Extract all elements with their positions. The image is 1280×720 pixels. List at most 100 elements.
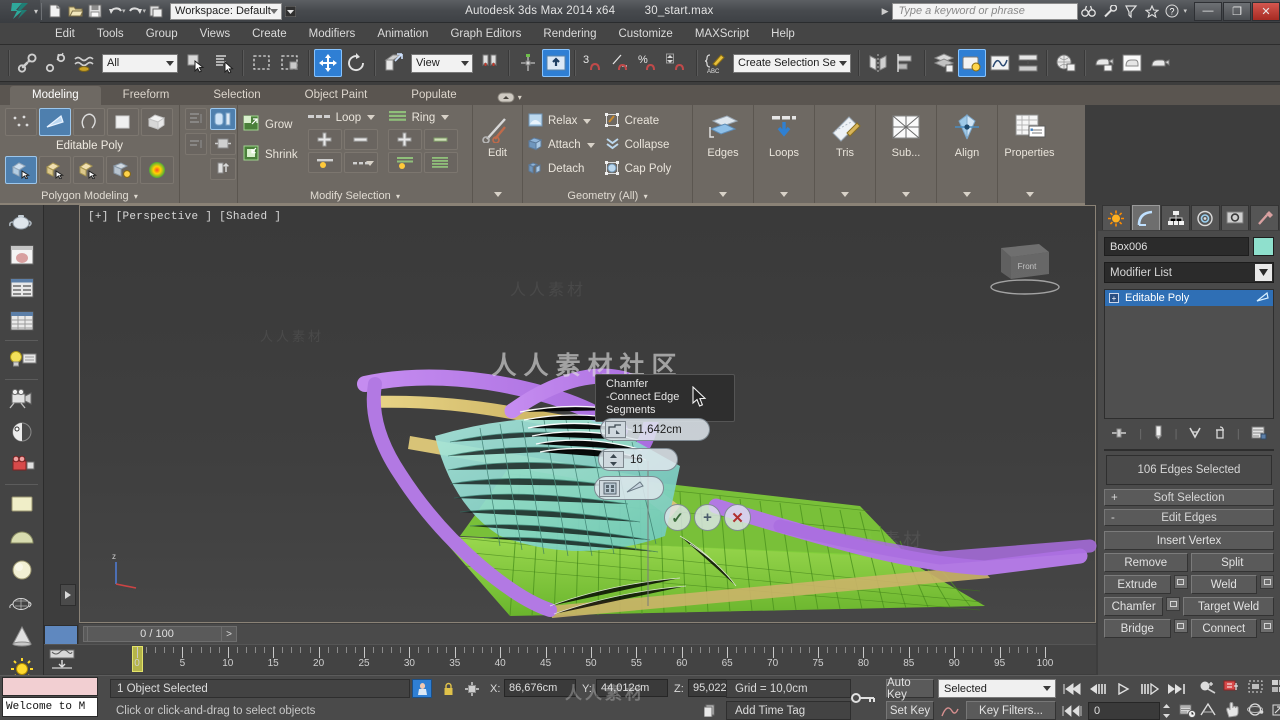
select-and-scale-icon[interactable]: [380, 49, 408, 77]
auto-key-button[interactable]: Auto Key: [886, 677, 934, 701]
bridge-button[interactable]: Bridge: [1104, 619, 1171, 638]
play-icon[interactable]: [1112, 680, 1135, 697]
window-crossing-icon[interactable]: [276, 49, 304, 77]
polygon-icon[interactable]: [107, 108, 139, 136]
select-link-icon[interactable]: [14, 49, 42, 77]
key-curve-icon[interactable]: [938, 701, 962, 720]
render-production-icon[interactable]: [1118, 49, 1146, 77]
ribbon-tab-object-paint[interactable]: Object Paint: [283, 86, 390, 105]
menu-item-customize[interactable]: Customize: [607, 23, 683, 45]
modifier-stack[interactable]: + Editable Poly: [1104, 289, 1274, 419]
key-toggle-icon[interactable]: [848, 684, 880, 712]
soft-selection-icon[interactable]: [140, 156, 174, 184]
rollout-soft-selection[interactable]: + Soft Selection: [1104, 489, 1274, 506]
ribbon-tab-modeling[interactable]: Modeling: [10, 86, 101, 105]
camera-icon[interactable]: [4, 383, 40, 415]
split-button[interactable]: Split: [1190, 553, 1274, 572]
tris-dropdown-icon[interactable]: [841, 192, 849, 197]
create-tab[interactable]: [1102, 205, 1131, 230]
search-expand-icon[interactable]: ▶: [882, 6, 889, 17]
menu-item-animation[interactable]: Animation: [366, 23, 439, 45]
ribbon-button-properties[interactable]: Properties: [998, 105, 1061, 203]
motion-tab[interactable]: [1191, 205, 1220, 230]
rollout-edit-edges[interactable]: - Edit Edges: [1104, 509, 1274, 526]
subdivide-dropdown-icon[interactable]: [902, 192, 910, 197]
ring-button[interactable]: Ring: [388, 108, 458, 127]
loop-button[interactable]: Loop: [307, 108, 378, 127]
add-time-tag-button[interactable]: Add Time Tag: [726, 701, 851, 720]
create-button[interactable]: Create: [604, 111, 672, 131]
ribbon-tab-populate[interactable]: Populate: [389, 86, 478, 105]
render-setup-icon[interactable]: [1052, 49, 1080, 77]
relax-dropdown-icon[interactable]: [583, 118, 592, 124]
select-and-move-icon[interactable]: [314, 49, 342, 77]
goto-end-icon[interactable]: [1164, 680, 1187, 697]
rendered-frame-icon[interactable]: [1090, 49, 1118, 77]
attach-button[interactable]: Attach: [527, 135, 595, 155]
pan-icon[interactable]: [1220, 701, 1243, 718]
render-iterative-icon[interactable]: [1146, 49, 1174, 77]
align-dropdown-icon[interactable]: [963, 192, 971, 197]
utilities-tab[interactable]: [1250, 205, 1280, 230]
bridge-settings-button[interactable]: [1173, 619, 1188, 633]
teapot-primitives-icon[interactable]: [4, 206, 40, 238]
field-of-view-icon[interactable]: [1196, 701, 1219, 718]
pick-icon[interactable]: [210, 158, 236, 180]
hierarchy-tab[interactable]: [1161, 205, 1191, 230]
ribbon-button-subdivide[interactable]: Sub...: [876, 105, 937, 203]
pin-stack-icon[interactable]: [1111, 426, 1128, 443]
ribbon-button-align[interactable]: Align: [937, 105, 998, 203]
weld-settings-button[interactable]: [1260, 575, 1274, 589]
cap-poly-button[interactable]: Cap Poly: [604, 159, 671, 179]
shadow-icon[interactable]: [4, 416, 40, 448]
vertex-icon[interactable]: [5, 108, 37, 136]
display-tab[interactable]: [1220, 205, 1250, 230]
binoculars-icon[interactable]: [1078, 2, 1099, 21]
remove-button[interactable]: Remove: [1104, 553, 1188, 572]
lock-icon[interactable]: [438, 679, 458, 698]
select-and-rotate-icon[interactable]: [342, 49, 370, 77]
key-filter-mode-combo[interactable]: Selected: [938, 679, 1056, 698]
menu-item-graph-editors[interactable]: Graph Editors: [439, 23, 532, 45]
border-icon[interactable]: [73, 108, 105, 136]
pin-stack-icon[interactable]: [210, 108, 236, 130]
edges-dropdown-icon[interactable]: [719, 192, 727, 197]
chamfer-settings-button[interactable]: [1166, 597, 1181, 611]
next-frame-icon[interactable]: [1138, 680, 1161, 697]
ribbon-button-tris[interactable]: Tris: [815, 105, 876, 203]
rollout-toggle-icon[interactable]: +: [1111, 492, 1118, 504]
ring-mode-icon[interactable]: [423, 152, 458, 173]
next-frame-arrow[interactable]: >: [221, 626, 237, 642]
ring-grow-icon[interactable]: [387, 129, 422, 150]
viewport-expand-button[interactable]: [60, 584, 76, 606]
stack-item-editable-poly[interactable]: + Editable Poly: [1105, 290, 1273, 306]
attach-dropdown-icon[interactable]: [586, 142, 595, 148]
unlink-icon[interactable]: [42, 49, 70, 77]
menu-item-group[interactable]: Group: [135, 23, 189, 45]
grow-button[interactable]: Grow: [243, 112, 298, 137]
red-camera-icon[interactable]: [4, 449, 40, 481]
menu-item-rendering[interactable]: Rendering: [532, 23, 607, 45]
ribbon-tab-selection[interactable]: Selection: [191, 86, 282, 105]
workspace-dropdown-button[interactable]: [283, 3, 297, 20]
help-icon[interactable]: ?: [1162, 2, 1183, 21]
search-input[interactable]: Type a keyword or phrase: [892, 2, 1079, 20]
edit-dropdown-icon[interactable]: [493, 192, 502, 197]
angle-snap-icon[interactable]: 3: [580, 49, 608, 77]
zoom-extents-all-icon[interactable]: [1266, 678, 1280, 695]
zoom-icon[interactable]: [1196, 678, 1219, 695]
shrink-button[interactable]: Shrink: [243, 142, 298, 167]
relax-button[interactable]: Relax: [528, 111, 595, 131]
help-dropdown-icon[interactable]: ▾: [1183, 7, 1187, 15]
new-icon[interactable]: [45, 2, 65, 21]
loop-shrink-icon[interactable]: [343, 129, 378, 150]
loop-mode-icon[interactable]: [343, 152, 378, 173]
absolute-mode-icon[interactable]: [462, 679, 482, 698]
rollout-toggle-icon[interactable]: -: [1111, 512, 1115, 524]
wrench-icon[interactable]: [1099, 2, 1120, 21]
dot-loop-icon[interactable]: [307, 152, 342, 173]
save-icon[interactable]: [85, 2, 105, 21]
close-button[interactable]: ✕: [1252, 1, 1280, 21]
caddy-smooth-toggle-icon[interactable]: [626, 480, 644, 497]
reference-coordinate-combo[interactable]: View: [411, 53, 473, 73]
